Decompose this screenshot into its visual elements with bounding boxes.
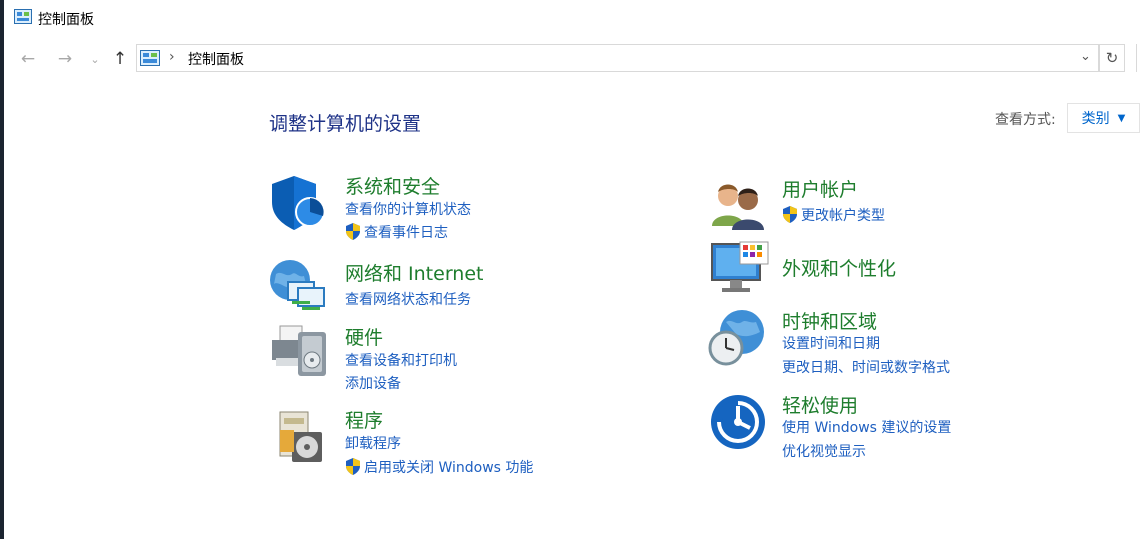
appearance-monitor-icon <box>711 241 769 292</box>
refresh-icon: ↻ <box>1105 49 1119 67</box>
link-label: 查看事件日志 <box>364 225 448 241</box>
link-label: 更改帐户类型 <box>801 208 885 224</box>
link-view-devices-printers[interactable]: 查看设备和打印机 <box>345 350 457 370</box>
uac-shield-icon <box>783 206 797 223</box>
link-recommended-settings[interactable]: 使用 Windows 建议的设置 <box>782 417 951 437</box>
category-user-accounts[interactable]: 用户帐户 <box>782 175 858 202</box>
printer-hardware-icon <box>272 325 326 376</box>
link-label: 启用或关闭 Windows 功能 <box>364 460 534 476</box>
category-ease-of-access[interactable]: 轻松使用 <box>782 391 858 418</box>
category-system-security[interactable]: 系统和安全 <box>345 172 440 199</box>
title-bar[interactable] <box>0 0 1141 36</box>
desktop-edge <box>0 0 4 539</box>
link-change-date-time-format[interactable]: 更改日期、时间或数字格式 <box>782 357 950 377</box>
category-network-internet[interactable]: 网络和 Internet <box>345 259 483 286</box>
address-bar[interactable] <box>136 44 1099 72</box>
uac-shield-icon <box>346 458 360 475</box>
view-by-dropdown[interactable]: 类别 ▼ <box>1067 103 1140 133</box>
ease-of-access-icon <box>711 395 765 449</box>
category-clock-region[interactable]: 时钟和区域 <box>782 307 877 334</box>
category-hardware[interactable]: 硬件 <box>345 323 383 350</box>
back-arrow-icon[interactable]: ← <box>17 48 39 70</box>
link-view-event-logs[interactable]: 查看事件日志 <box>345 222 448 242</box>
network-globe-icon <box>270 260 325 310</box>
user-accounts-icon <box>712 184 764 230</box>
refresh-button[interactable]: ↻ <box>1099 44 1125 72</box>
shield-security-icon <box>272 176 325 230</box>
window-title: 控制面板 <box>38 12 94 28</box>
view-by-value: 类别 <box>1081 111 1110 127</box>
link-turn-windows-features[interactable]: 启用或关闭 Windows 功能 <box>345 457 533 477</box>
dropdown-caret-icon: ▼ <box>1117 112 1126 124</box>
uac-shield-icon <box>346 223 360 240</box>
page-title: 调整计算机的设置 <box>269 113 422 135</box>
category-programs[interactable]: 程序 <box>345 406 383 433</box>
link-optimize-visual-display[interactable]: 优化视觉显示 <box>782 441 866 461</box>
link-uninstall-program[interactable]: 卸载程序 <box>345 433 401 453</box>
clock-region-icon <box>708 310 764 366</box>
link-change-account-type[interactable]: 更改帐户类型 <box>782 205 885 225</box>
link-view-computer-status[interactable]: 查看你的计算机状态 <box>345 199 471 219</box>
control-panel-icon <box>14 9 32 24</box>
breadcrumb-separator[interactable]: › <box>169 49 175 65</box>
category-appearance-personalization[interactable]: 外观和个性化 <box>782 254 896 281</box>
programs-icon <box>279 411 322 462</box>
link-add-device[interactable]: 添加设备 <box>345 373 401 393</box>
up-arrow-icon[interactable]: ↑ <box>109 48 131 70</box>
control-panel-icon <box>140 50 160 66</box>
address-dropdown-icon[interactable]: ⌄ <box>1080 49 1091 64</box>
forward-arrow-icon[interactable]: → <box>54 48 76 70</box>
link-set-time-date[interactable]: 设置时间和日期 <box>782 333 880 353</box>
chevron-down-icon[interactable]: ⌄ <box>84 48 106 70</box>
view-by-label: 查看方式: <box>995 112 1056 128</box>
link-view-network-status[interactable]: 查看网络状态和任务 <box>345 289 471 309</box>
search-box-edge[interactable] <box>1136 44 1141 72</box>
breadcrumb-item[interactable]: 控制面板 <box>188 49 244 69</box>
